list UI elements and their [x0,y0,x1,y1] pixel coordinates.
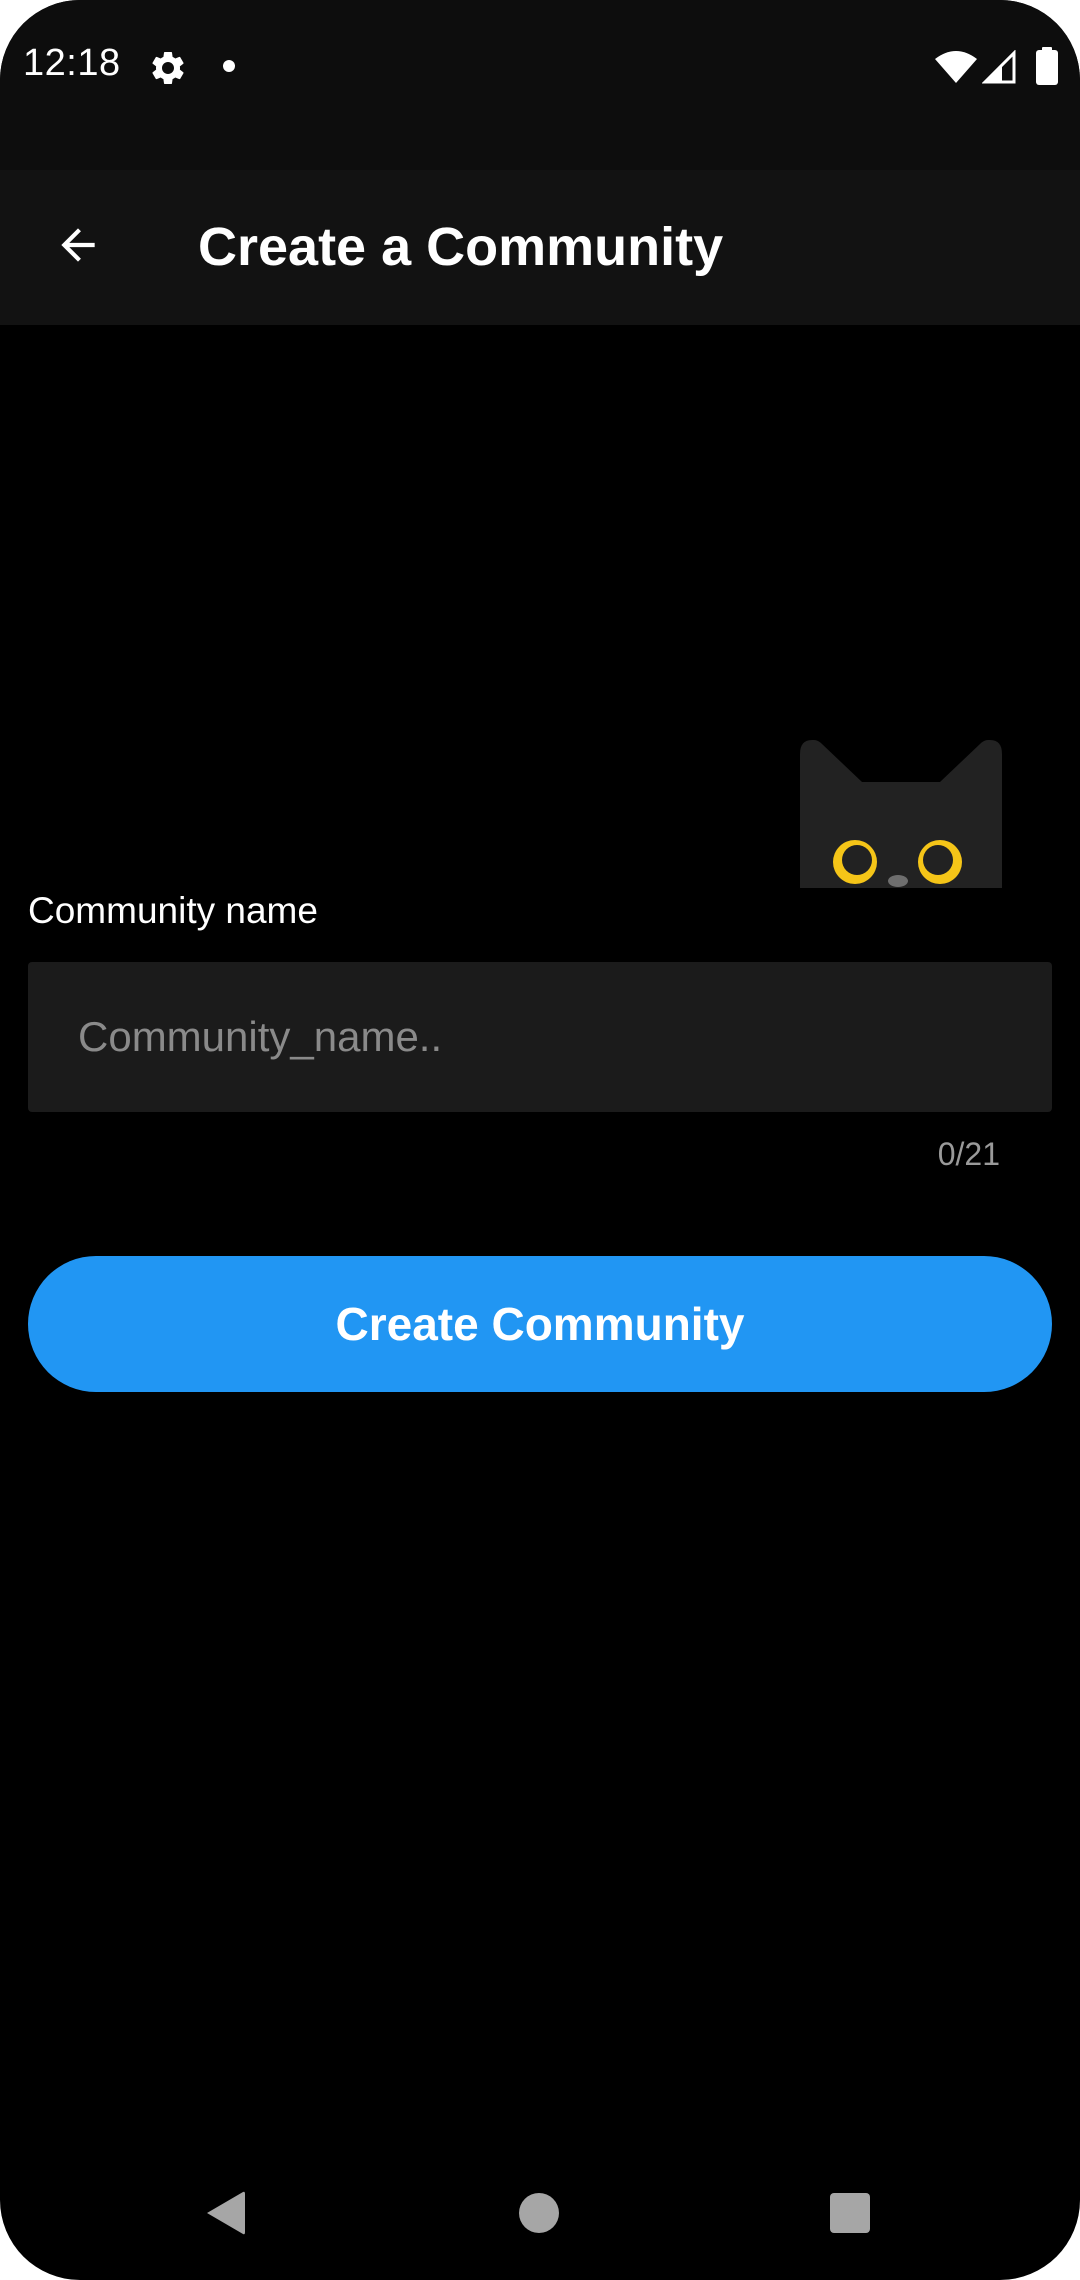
community-name-label: Community name [28,890,318,931]
page-title: Create a Community [198,217,724,277]
navigation-bar [0,2160,1080,2280]
nav-back-icon[interactable] [205,2190,245,2236]
signal-icon [982,50,1016,84]
gear-icon [152,51,184,84]
status-bar: 12:18 [0,0,1080,170]
battery-icon [1036,47,1058,85]
screen: 12:18 Create a Community Community name … [0,0,1080,2280]
create-community-button-label: Create Community [335,1298,745,1350]
dot-icon [223,60,235,72]
community-name-input[interactable] [28,962,1052,1112]
create-community-button[interactable]: Create Community [28,1256,1052,1392]
back-button[interactable] [36,203,120,287]
cat-mascot-icon [800,740,1002,888]
arrow-left-icon [61,228,95,262]
status-time: 12:18 [23,42,121,84]
wifi-icon [935,51,977,83]
app-bar: Create a Community [0,170,1080,325]
nav-home-icon[interactable] [519,2193,559,2233]
character-counter: 0/21 [937,1136,1000,1172]
nav-recents-icon[interactable] [830,2193,870,2233]
